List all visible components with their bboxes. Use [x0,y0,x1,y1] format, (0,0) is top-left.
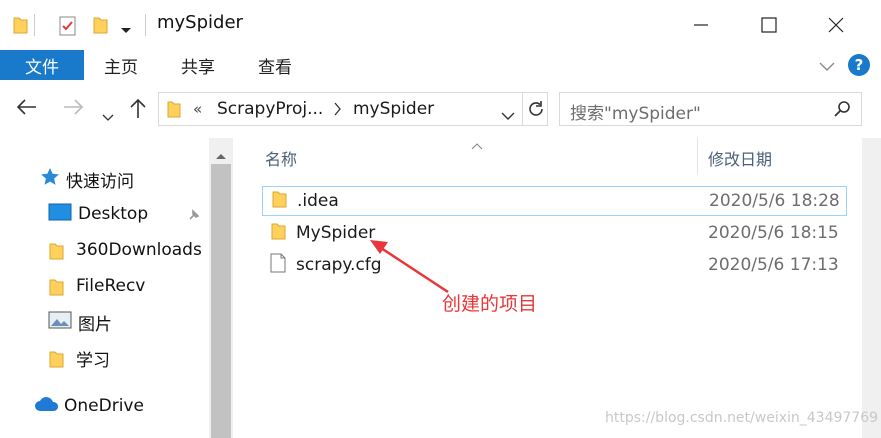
file-name: .idea [297,191,339,211]
sidebar-label: 学习 [76,350,110,371]
folder-icon [48,277,64,296]
search-icon[interactable] [834,100,852,122]
breadcrumb-scrapyproj[interactable]: ScrapyProj... [217,99,323,119]
folder-icon[interactable] [12,15,28,39]
sidebar-label: Desktop [78,204,149,224]
minimize-button[interactable] [678,6,724,44]
address-history-icon[interactable] [501,106,515,125]
up-arrow-icon[interactable] [129,97,147,124]
sidebar-item-study[interactable]: 学习 [48,344,110,372]
back-arrow-icon[interactable] [16,97,38,121]
pictures-icon [48,311,72,334]
column-header-name[interactable]: 名称 [265,146,297,170]
ribbon-tabs: 文件 主页 共享 查看 ? [0,50,881,80]
folder-icon [167,100,181,122]
column-divider[interactable] [697,138,698,174]
folder-icon [48,241,64,260]
minimize-icon [694,24,708,26]
refresh-icon[interactable] [527,100,545,122]
sidebar-label: OneDrive [64,396,144,416]
file-row-scrapy-cfg[interactable]: scrapy.cfg 2020/5/6 17:13 [262,250,847,280]
file-date: 2020/5/6 17:13 [708,255,839,275]
sidebar-label: 图片 [78,314,112,335]
help-icon[interactable]: ? [848,54,870,76]
sidebar-item-pictures[interactable]: 图片 [48,308,112,336]
chevron-right-icon[interactable] [334,101,342,120]
file-icon [270,253,286,278]
close-icon [828,17,844,33]
tab-file[interactable]: 文件 [0,50,84,80]
file-row-myspider[interactable]: MySpider 2020/5/6 18:15 [262,218,847,248]
properties-icon[interactable] [58,15,78,41]
search-input[interactable]: 搜索"mySpider" [570,99,701,124]
tab-view[interactable]: 查看 [258,50,292,80]
recent-locations-icon[interactable] [102,103,114,127]
file-date: 2020/5/6 18:15 [708,223,839,243]
tab-share[interactable]: 共享 [181,50,215,80]
sidebar-label: FileRecv [76,276,146,296]
desktop-icon [48,203,72,226]
folder-icon [48,349,64,368]
window-title: mySpider [157,12,243,33]
address-bar[interactable]: « ScrapyProj... mySpider [158,92,548,126]
annotation-label: 创建的项目 [442,293,538,315]
cloud-icon [34,395,60,418]
title-bar: mySpider [0,0,881,50]
sidebar-label: 360Downloads [76,240,202,260]
star-icon [40,167,60,192]
close-button[interactable] [813,6,859,44]
overflow-chevron[interactable]: « [193,100,202,118]
tab-home[interactable]: 主页 [104,50,138,80]
sidebar-label: 快速访问 [66,171,134,192]
file-list-scrollbar[interactable] [862,138,881,438]
folder-icon [270,221,286,246]
breadcrumb-myspider[interactable]: mySpider [353,99,434,119]
sidebar-item-desktop[interactable]: Desktop [48,200,208,228]
expand-ribbon-icon[interactable] [818,58,836,77]
maximize-icon [761,17,777,33]
file-date: 2020/5/6 18:28 [709,191,840,211]
search-box[interactable]: 搜索"mySpider" [559,92,862,126]
sidebar-item-360downloads[interactable]: 360Downloads [48,236,202,264]
forward-arrow-icon[interactable] [62,97,84,121]
pin-icon[interactable] [187,207,201,227]
sidebar-item-onedrive[interactable]: OneDrive [34,392,144,420]
scroll-up-icon[interactable] [215,145,227,164]
file-row-idea[interactable]: .idea 2020/5/6 18:28 [262,186,847,216]
watermark: https://blog.csdn.net/weixin_43497769 [605,410,879,426]
sort-ascending-icon[interactable] [471,135,483,154]
maximize-button[interactable] [746,6,792,44]
new-folder-icon[interactable] [92,15,108,39]
sidebar-scroll-thumb[interactable] [211,164,231,438]
sidebar-item-filerecv[interactable]: FileRecv [48,272,145,300]
sidebar-item-quick-access[interactable]: 快速访问 [40,165,134,193]
folder-icon [271,189,287,214]
chevron-down-icon[interactable] [120,20,132,39]
column-header-modified[interactable]: 修改日期 [708,146,772,170]
